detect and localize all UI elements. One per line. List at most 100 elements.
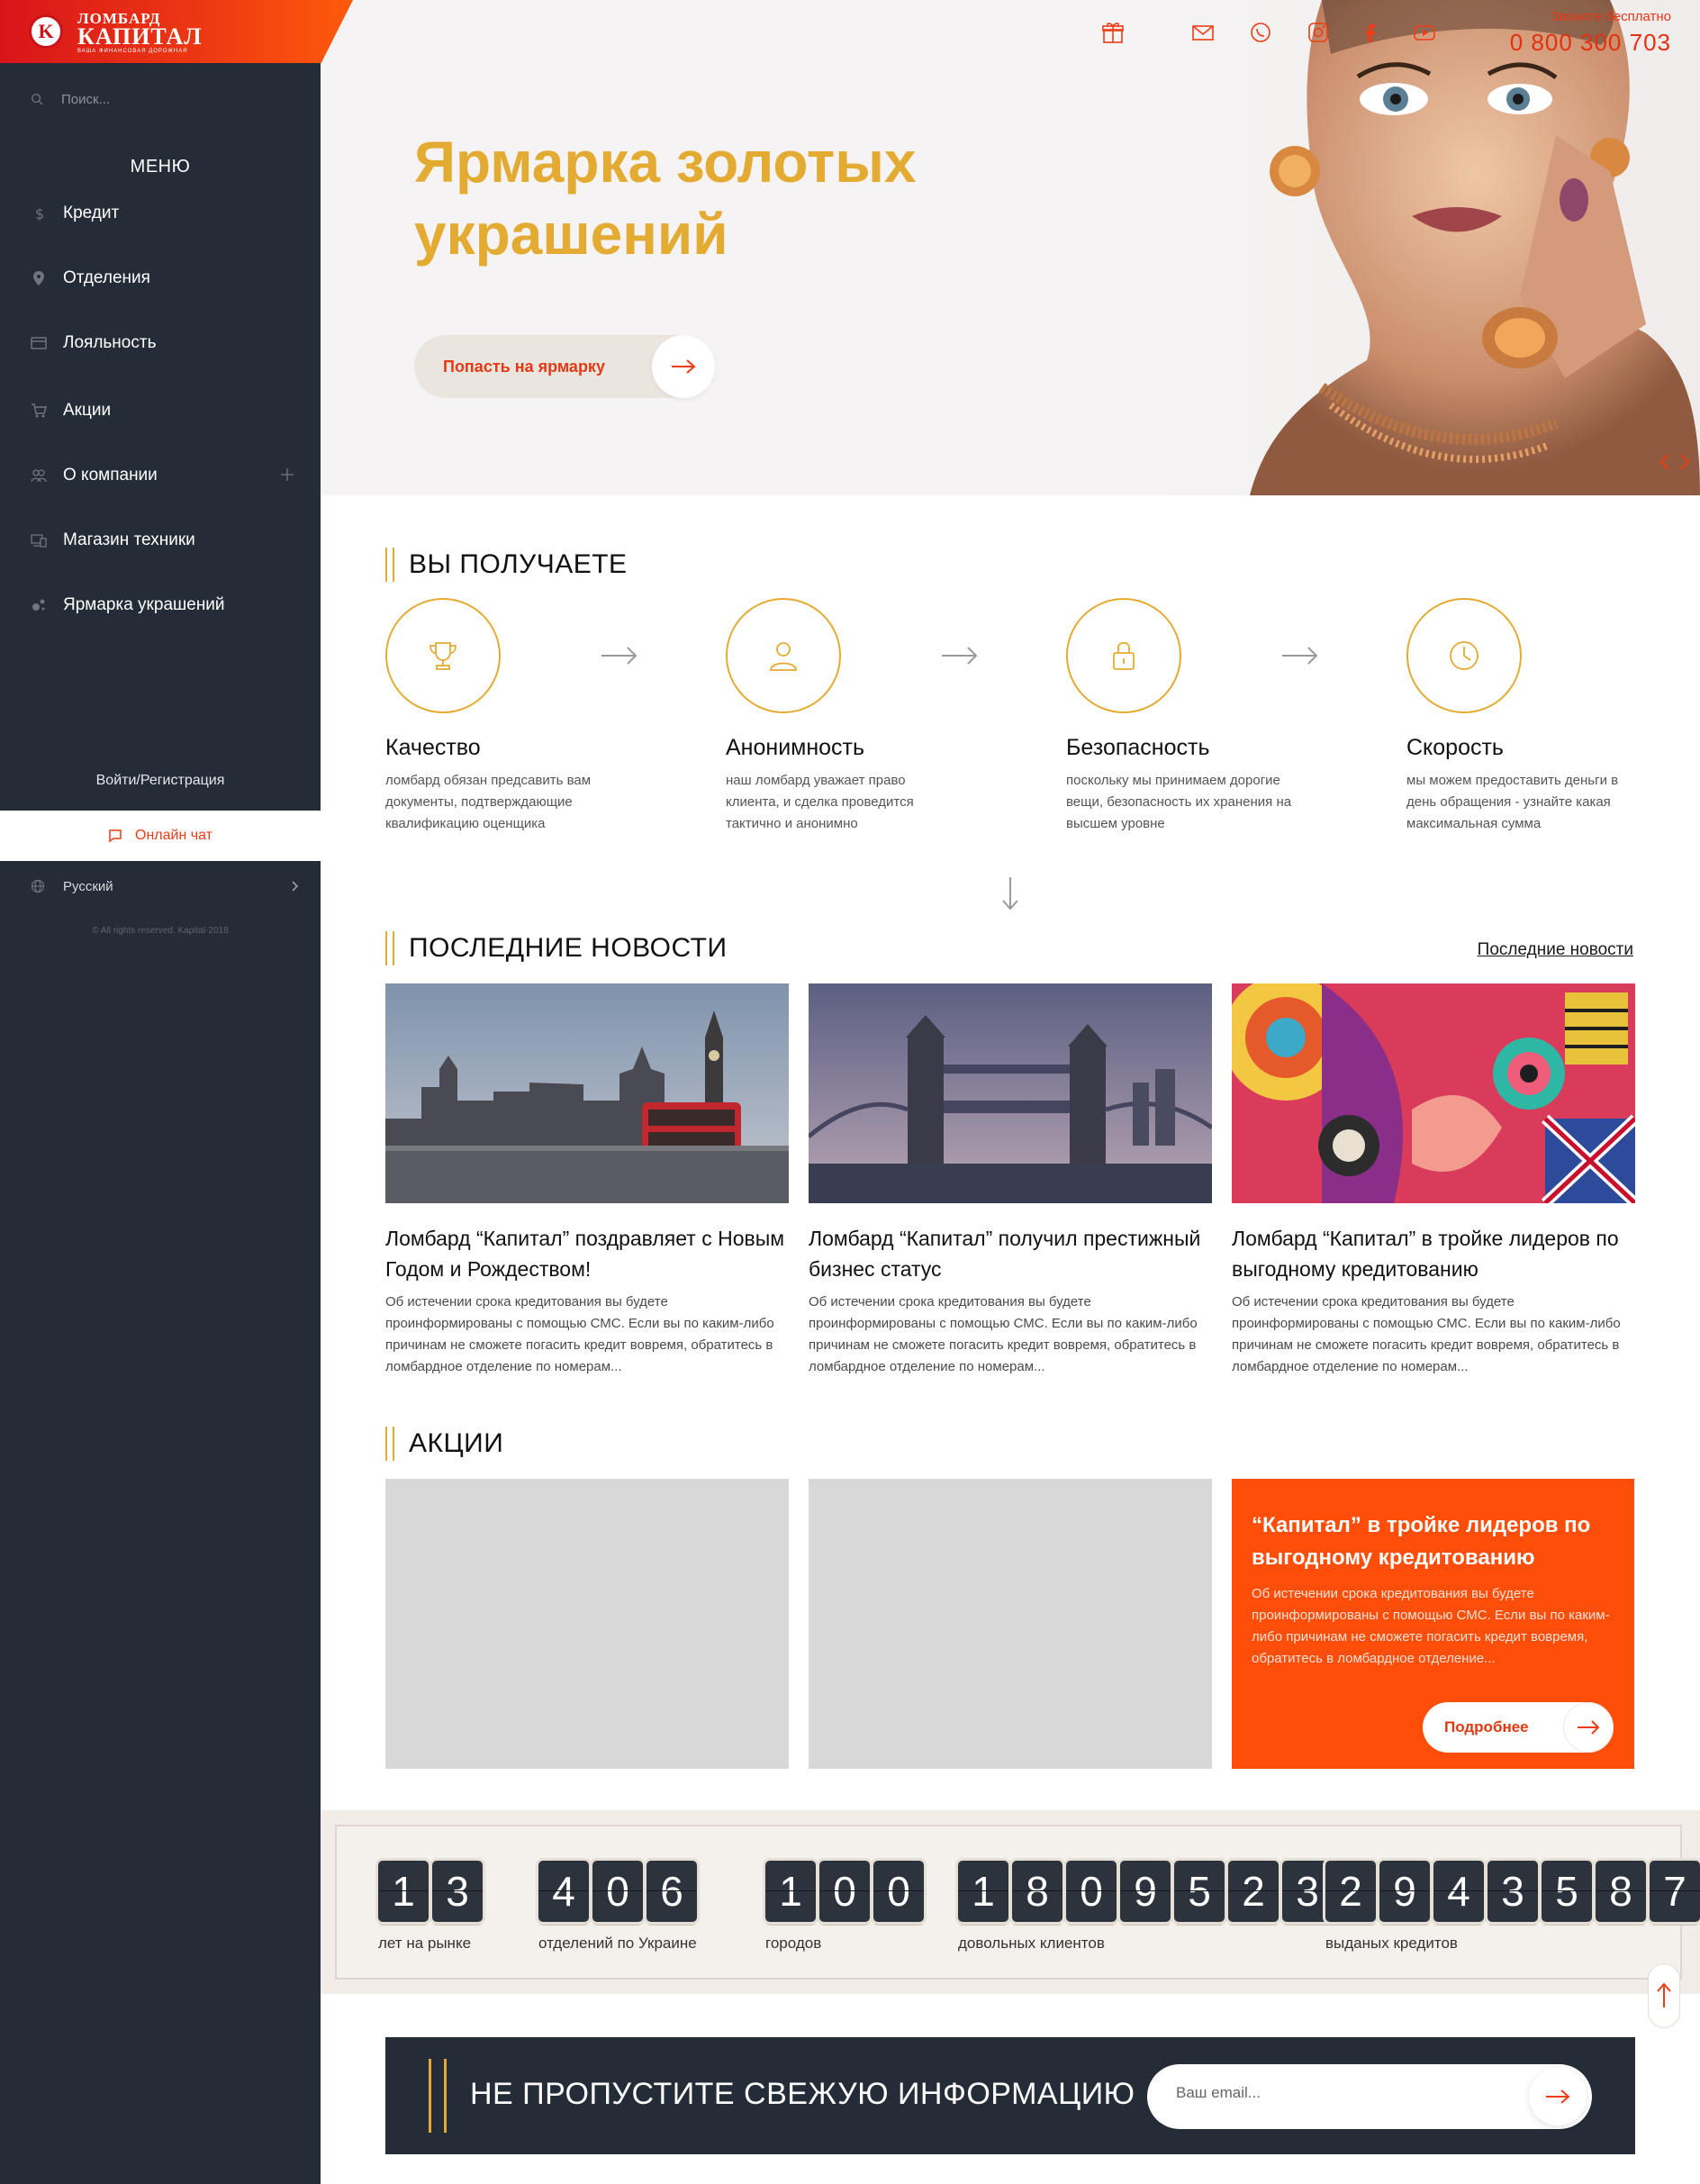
slider-prev-button[interactable]	[1655, 450, 1675, 474]
stat-digit: 8	[1596, 1861, 1646, 1922]
mail-icon[interactable]	[1189, 18, 1217, 47]
news-excerpt: Об истечении срока кредитования вы будет…	[809, 1294, 1198, 1374]
hero-banner: Ярмарка золотых украшений Попасть на ярм…	[321, 0, 1700, 495]
sidebar: МЕНЮ $ Кредит Отделения Лояльность Акции…	[0, 0, 321, 2184]
promo-card-placeholder[interactable]	[385, 1479, 789, 1769]
map-pin-icon	[31, 270, 47, 286]
email-input[interactable]	[1176, 2084, 1500, 2102]
language-label: Русский	[63, 878, 113, 894]
promo-text: Об истечении срока кредитования вы будет…	[1252, 1586, 1610, 1666]
sidebar-item-label: Ярмарка украшений	[63, 595, 225, 614]
stat-branches: 406 отделений по Украине	[538, 1861, 697, 1953]
promo-title: “Капитал” в тройке лидеров по выгодному …	[1252, 1513, 1591, 1570]
clock-icon	[1406, 598, 1522, 713]
promo-details-button[interactable]: Подробнее	[1423, 1702, 1614, 1753]
sidebar-item-loyalty[interactable]: Лояльность	[0, 325, 321, 361]
slider-controls	[1655, 450, 1695, 474]
plus-icon[interactable]	[279, 467, 295, 483]
online-chat-button[interactable]: Онлайн чат	[0, 811, 321, 861]
benefit-title: Безопасность	[1066, 735, 1210, 760]
news-image-colorful-art	[1232, 983, 1635, 1203]
stat-digit: 4	[538, 1861, 589, 1922]
logo[interactable]: K ЛОМБАРД КАПИТАЛ ВАША ФИНАНСОВАЯ ДОРОЖН…	[0, 0, 353, 63]
news-card[interactable]: Ломбард “Капитал” в тройке лидеров по вы…	[1232, 983, 1635, 1378]
sidebar-item-branches[interactable]: Отделения	[0, 260, 321, 296]
arrow-right-icon	[1563, 1702, 1614, 1753]
benefit-text: мы можем предоставить деньги в день обра…	[1406, 773, 1619, 831]
phone-number[interactable]: 0 800 300 703	[1510, 29, 1671, 57]
online-chat-label: Онлайн чат	[135, 828, 212, 843]
stat-label: городов	[765, 1935, 822, 1952]
stat-digit: 0	[1066, 1861, 1117, 1922]
chat-icon	[109, 829, 122, 843]
hero-cta-button[interactable]: Попасть на ярмарку	[414, 335, 715, 398]
stat-label: довольных клиентов	[958, 1935, 1105, 1952]
card-icon	[31, 335, 47, 351]
stat-digit: 0	[873, 1861, 924, 1922]
news-card[interactable]: Ломбард “Капитал” получил престижный биз…	[809, 983, 1212, 1378]
stat-digits: 2943587	[1325, 1861, 1700, 1922]
sidebar-item-credit[interactable]: $ Кредит	[0, 195, 321, 231]
sidebar-item-about[interactable]: О компании	[0, 458, 321, 494]
users-icon	[31, 467, 47, 484]
benefit-text: наш ломбард уважает право клиента, и сде…	[726, 773, 914, 831]
stat-digit: 9	[1379, 1861, 1430, 1922]
sidebar-item-label: Акции	[63, 401, 112, 420]
subscribe-form	[1147, 2064, 1592, 2129]
title-accent	[385, 931, 394, 965]
arrow-down-icon[interactable]	[999, 875, 1021, 911]
promo-card-placeholder[interactable]	[809, 1479, 1212, 1769]
stat-digit: 2	[1325, 1861, 1376, 1922]
benefits-title: ВЫ ПОЛУЧАЕТЕ	[409, 549, 628, 579]
news-image-westminster	[385, 983, 789, 1203]
news-excerpt: Об истечении срока кредитования вы будет…	[1232, 1294, 1621, 1374]
news-image-tower-bridge	[809, 983, 1212, 1203]
stats-panel: 13 лет на рынке 406 отделений по Украине…	[335, 1825, 1700, 1980]
youtube-icon[interactable]	[1410, 18, 1439, 47]
login-register-link[interactable]: Войти/Регистрация	[0, 773, 321, 789]
benefit-text: ломбард обязан предсавить вам документы,…	[385, 773, 592, 831]
benefit-text: поскольку мы принимаем дорогие вещи, без…	[1066, 773, 1292, 831]
stat-loans: 2943587 выданых кредитов	[1325, 1861, 1700, 1953]
stat-label: лет на рынке	[378, 1935, 472, 1952]
benefit-card: Безопасность поскольку мы принимаем доро…	[1066, 598, 1300, 835]
copyright: © All rights reserved. Kapital-2018	[92, 926, 229, 936]
benefit-card: Качество ломбард обязан предсавить вам д…	[385, 598, 619, 835]
viber-icon[interactable]	[1246, 18, 1275, 47]
subscribe-submit-button[interactable]	[1529, 2068, 1587, 2125]
sidebar-item-jewelry-fair[interactable]: Ярмарка украшений	[0, 587, 321, 623]
search-input[interactable]	[61, 91, 277, 107]
sidebar-item-promos[interactable]: Акции	[0, 393, 321, 429]
facebook-icon[interactable]	[1356, 18, 1385, 47]
stat-digit: 2	[1228, 1861, 1279, 1922]
dollar-icon: $	[31, 205, 47, 222]
stat-digit: 6	[647, 1861, 697, 1922]
globe-icon	[31, 879, 45, 893]
hero-title: Ярмарка золотых украшений	[414, 130, 917, 267]
sidebar-search[interactable]	[31, 86, 301, 112]
all-news-link[interactable]: Последние новости	[1478, 940, 1633, 960]
stat-clients: 1809523 довольных клиентов	[958, 1861, 1333, 1953]
news-card[interactable]: Ломбард “Капитал” поздравляет с Новым Го…	[385, 983, 789, 1378]
instagram-icon[interactable]	[1304, 18, 1333, 47]
sidebar-item-electronics[interactable]: Магазин техники	[0, 522, 321, 558]
arrow-right-icon	[652, 335, 715, 398]
devices-icon	[31, 532, 47, 548]
benefit-card: Скорость мы можем предоставить деньги в …	[1406, 598, 1641, 835]
benefit-card: Анонимность наш ломбард уважает право кл…	[726, 598, 960, 835]
promos-section-title: АКЦИИ	[385, 1427, 503, 1461]
language-selector[interactable]: Русский	[31, 874, 301, 899]
stat-digit: 3	[432, 1861, 483, 1922]
news-title: ПОСЛЕДНИЕ НОВОСТИ	[409, 933, 728, 963]
stat-digit: 8	[1012, 1861, 1062, 1922]
stat-cities: 100 городов	[765, 1861, 924, 1953]
scroll-to-top-button[interactable]	[1648, 1963, 1680, 2028]
stat-digit: 4	[1433, 1861, 1484, 1922]
benefits-section-title: ВЫ ПОЛУЧАЕТЕ	[385, 548, 628, 582]
stat-digit: 0	[819, 1861, 870, 1922]
gift-icon[interactable]	[1099, 18, 1127, 47]
cart-icon	[31, 403, 47, 419]
hero-cta-label: Попасть на ярмарку	[443, 357, 605, 376]
stat-digits: 406	[538, 1861, 697, 1922]
slider-next-button[interactable]	[1675, 450, 1695, 474]
